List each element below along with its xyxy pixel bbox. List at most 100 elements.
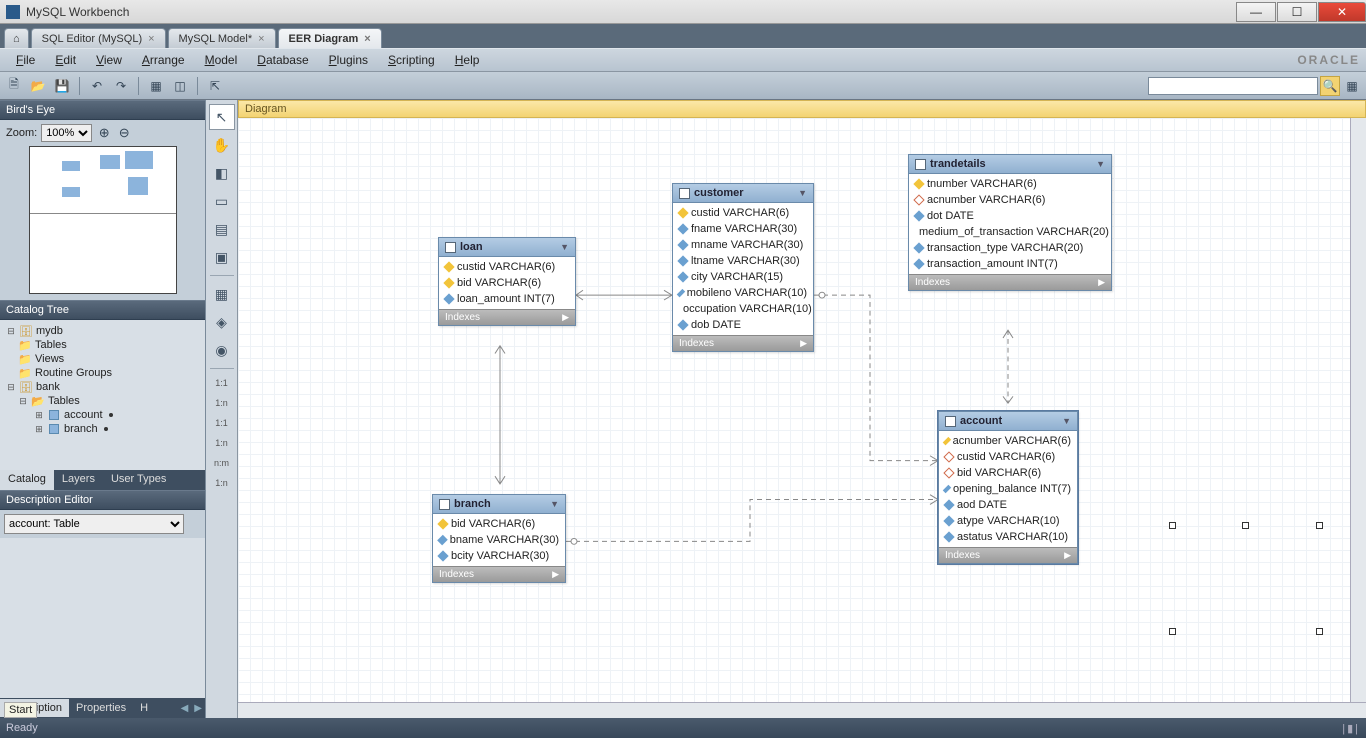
tab-properties[interactable]: Properties <box>69 699 133 717</box>
column: bid VARCHAR(6) <box>939 465 1077 481</box>
tab-layers[interactable]: Layers <box>54 470 103 490</box>
zoom-out-icon[interactable]: ⊖ <box>116 125 132 141</box>
catalog-tree[interactable]: ⊟🗄mydb 📁Tables 📁Views 📁Routine Groups ⊟🗄… <box>0 320 205 470</box>
birds-eye-canvas[interactable] <box>29 146 177 294</box>
indexes-section[interactable]: Indexes▶ <box>433 566 565 582</box>
rel-1-1-id-icon[interactable]: 1:1 <box>209 414 235 432</box>
column: custid VARCHAR(6) <box>673 205 813 221</box>
diagram-canvas[interactable]: loan▼custid VARCHAR(6)bid VARCHAR(6)loan… <box>238 118 1350 702</box>
home-tab[interactable]: ⌂ <box>4 28 29 48</box>
app-title: MySQL Workbench <box>26 5 1235 19</box>
description-object-select[interactable]: account: Table <box>4 514 184 534</box>
close-button[interactable]: ✕ <box>1318 2 1366 22</box>
table-tool-icon[interactable]: ▦ <box>209 281 235 307</box>
zoom-select[interactable]: 100% <box>41 124 92 142</box>
menu-model[interactable]: Model <box>195 50 248 70</box>
minimize-button[interactable]: — <box>1236 2 1276 22</box>
entity-trandetails[interactable]: trandetails▼tnumber VARCHAR(6)acnumber V… <box>908 154 1112 291</box>
entity-branch[interactable]: branch▼bid VARCHAR(6)bname VARCHAR(30)bc… <box>432 494 566 583</box>
indexes-section[interactable]: Indexes▶ <box>939 547 1077 563</box>
align-icon[interactable]: ◫ <box>170 76 190 96</box>
eraser-tool-icon[interactable]: ◧ <box>209 160 235 186</box>
entity-account[interactable]: account▼acnumber VARCHAR(6)custid VARCHA… <box>938 411 1078 564</box>
save-icon[interactable]: 💾 <box>52 76 72 96</box>
menu-help[interactable]: Help <box>445 50 490 70</box>
menu-database[interactable]: Database <box>247 50 318 70</box>
description-textarea[interactable] <box>0 538 205 698</box>
column: astatus VARCHAR(10) <box>939 529 1077 545</box>
tab-sql-editor[interactable]: SQL Editor (MySQL)× <box>31 28 166 48</box>
entity-header[interactable]: account▼ <box>939 412 1077 431</box>
tree-db-bank[interactable]: bank <box>36 381 60 393</box>
close-icon[interactable]: × <box>148 33 154 45</box>
rel-1-1-icon[interactable]: 1:1 <box>209 374 235 392</box>
column: mname VARCHAR(30) <box>673 237 813 253</box>
tree-table-branch[interactable]: branch <box>64 423 98 435</box>
redo-icon[interactable]: ↷ <box>111 76 131 96</box>
menu-edit[interactable]: Edit <box>45 50 86 70</box>
tab-eer-diagram[interactable]: EER Diagram× <box>278 28 382 48</box>
image-tool-icon[interactable]: ▣ <box>209 244 235 270</box>
export-icon[interactable]: ⇱ <box>205 76 225 96</box>
start-tooltip: Start <box>4 702 37 718</box>
entity-loan[interactable]: loan▼custid VARCHAR(6)bid VARCHAR(6)loan… <box>438 237 576 326</box>
indexes-section[interactable]: Indexes▶ <box>909 274 1111 290</box>
close-icon[interactable]: × <box>364 33 370 45</box>
column: transaction_amount INT(7) <box>909 256 1111 272</box>
tab-history[interactable]: H <box>133 699 155 717</box>
table-icon <box>679 188 690 199</box>
entity-header[interactable]: trandetails▼ <box>909 155 1111 174</box>
entity-header[interactable]: loan▼ <box>439 238 575 257</box>
left-panel-tabs: Catalog Layers User Types <box>0 470 205 490</box>
tree-folder[interactable]: Tables <box>35 339 67 351</box>
scroll-right-icon[interactable]: ▶ <box>191 703 205 714</box>
statusbar: Ready |▮| <box>0 718 1366 738</box>
tree-folder[interactable]: Routine Groups <box>35 367 112 379</box>
new-file-icon[interactable]: 🗎 <box>4 76 24 96</box>
entity-header[interactable]: branch▼ <box>433 495 565 514</box>
zoom-in-icon[interactable]: ⊕ <box>96 125 112 141</box>
grid-icon[interactable]: ▦ <box>146 76 166 96</box>
menubar: File Edit View Arrange Model Database Pl… <box>0 48 1366 72</box>
rel-1-n-icon[interactable]: 1:n <box>209 394 235 412</box>
pointer-tool-icon[interactable]: ↖ <box>209 104 235 130</box>
undo-icon[interactable]: ↶ <box>87 76 107 96</box>
rel-n-m-icon[interactable]: n:m <box>209 454 235 472</box>
indexes-section[interactable]: Indexes▶ <box>673 335 813 351</box>
view-tool-icon[interactable]: ◈ <box>209 309 235 335</box>
menu-plugins[interactable]: Plugins <box>319 50 378 70</box>
tab-catalog[interactable]: Catalog <box>0 470 54 490</box>
maximize-button[interactable]: ☐ <box>1277 2 1317 22</box>
entity-header[interactable]: customer▼ <box>673 184 813 203</box>
open-file-icon[interactable]: 📂 <box>28 76 48 96</box>
close-icon[interactable]: × <box>258 33 264 45</box>
toolbar: 🗎 📂 💾 ↶ ↷ ▦ ◫ ⇱ 🔍 ▦ <box>0 72 1366 100</box>
scroll-left-icon[interactable]: ◀ <box>178 703 192 714</box>
search-options-icon[interactable]: ▦ <box>1342 76 1362 96</box>
tree-db-mydb[interactable]: mydb <box>36 325 63 337</box>
column: dot DATE <box>909 208 1111 224</box>
hand-tool-icon[interactable]: ✋ <box>209 132 235 158</box>
menu-file[interactable]: File <box>6 50 45 70</box>
rel-1-n-id-icon[interactable]: 1:n <box>209 434 235 452</box>
entity-customer[interactable]: customer▼ custid VARCHAR(6)fname VARCHAR(… <box>672 183 814 352</box>
search-icon[interactable]: 🔍 <box>1320 76 1340 96</box>
routine-tool-icon[interactable]: ◉ <box>209 337 235 363</box>
column: fname VARCHAR(30) <box>673 221 813 237</box>
menu-view[interactable]: View <box>86 50 132 70</box>
rel-1-n-nonid-icon[interactable]: 1:n <box>209 474 235 492</box>
note-tool-icon[interactable]: ▤ <box>209 216 235 242</box>
tab-mysql-model[interactable]: MySQL Model*× <box>168 28 276 48</box>
menu-scripting[interactable]: Scripting <box>378 50 445 70</box>
column: occupation VARCHAR(10) <box>673 301 813 317</box>
tree-folder[interactable]: Views <box>35 353 64 365</box>
tree-folder-tables[interactable]: Tables <box>48 395 80 407</box>
vertical-scrollbar[interactable] <box>1350 118 1366 702</box>
tab-user-types[interactable]: User Types <box>103 470 174 490</box>
indexes-section[interactable]: Indexes▶ <box>439 309 575 325</box>
menu-arrange[interactable]: Arrange <box>132 50 195 70</box>
tree-table-account[interactable]: account <box>64 409 103 421</box>
layer-tool-icon[interactable]: ▭ <box>209 188 235 214</box>
search-input[interactable] <box>1148 77 1318 95</box>
horizontal-scrollbar[interactable] <box>238 702 1366 718</box>
